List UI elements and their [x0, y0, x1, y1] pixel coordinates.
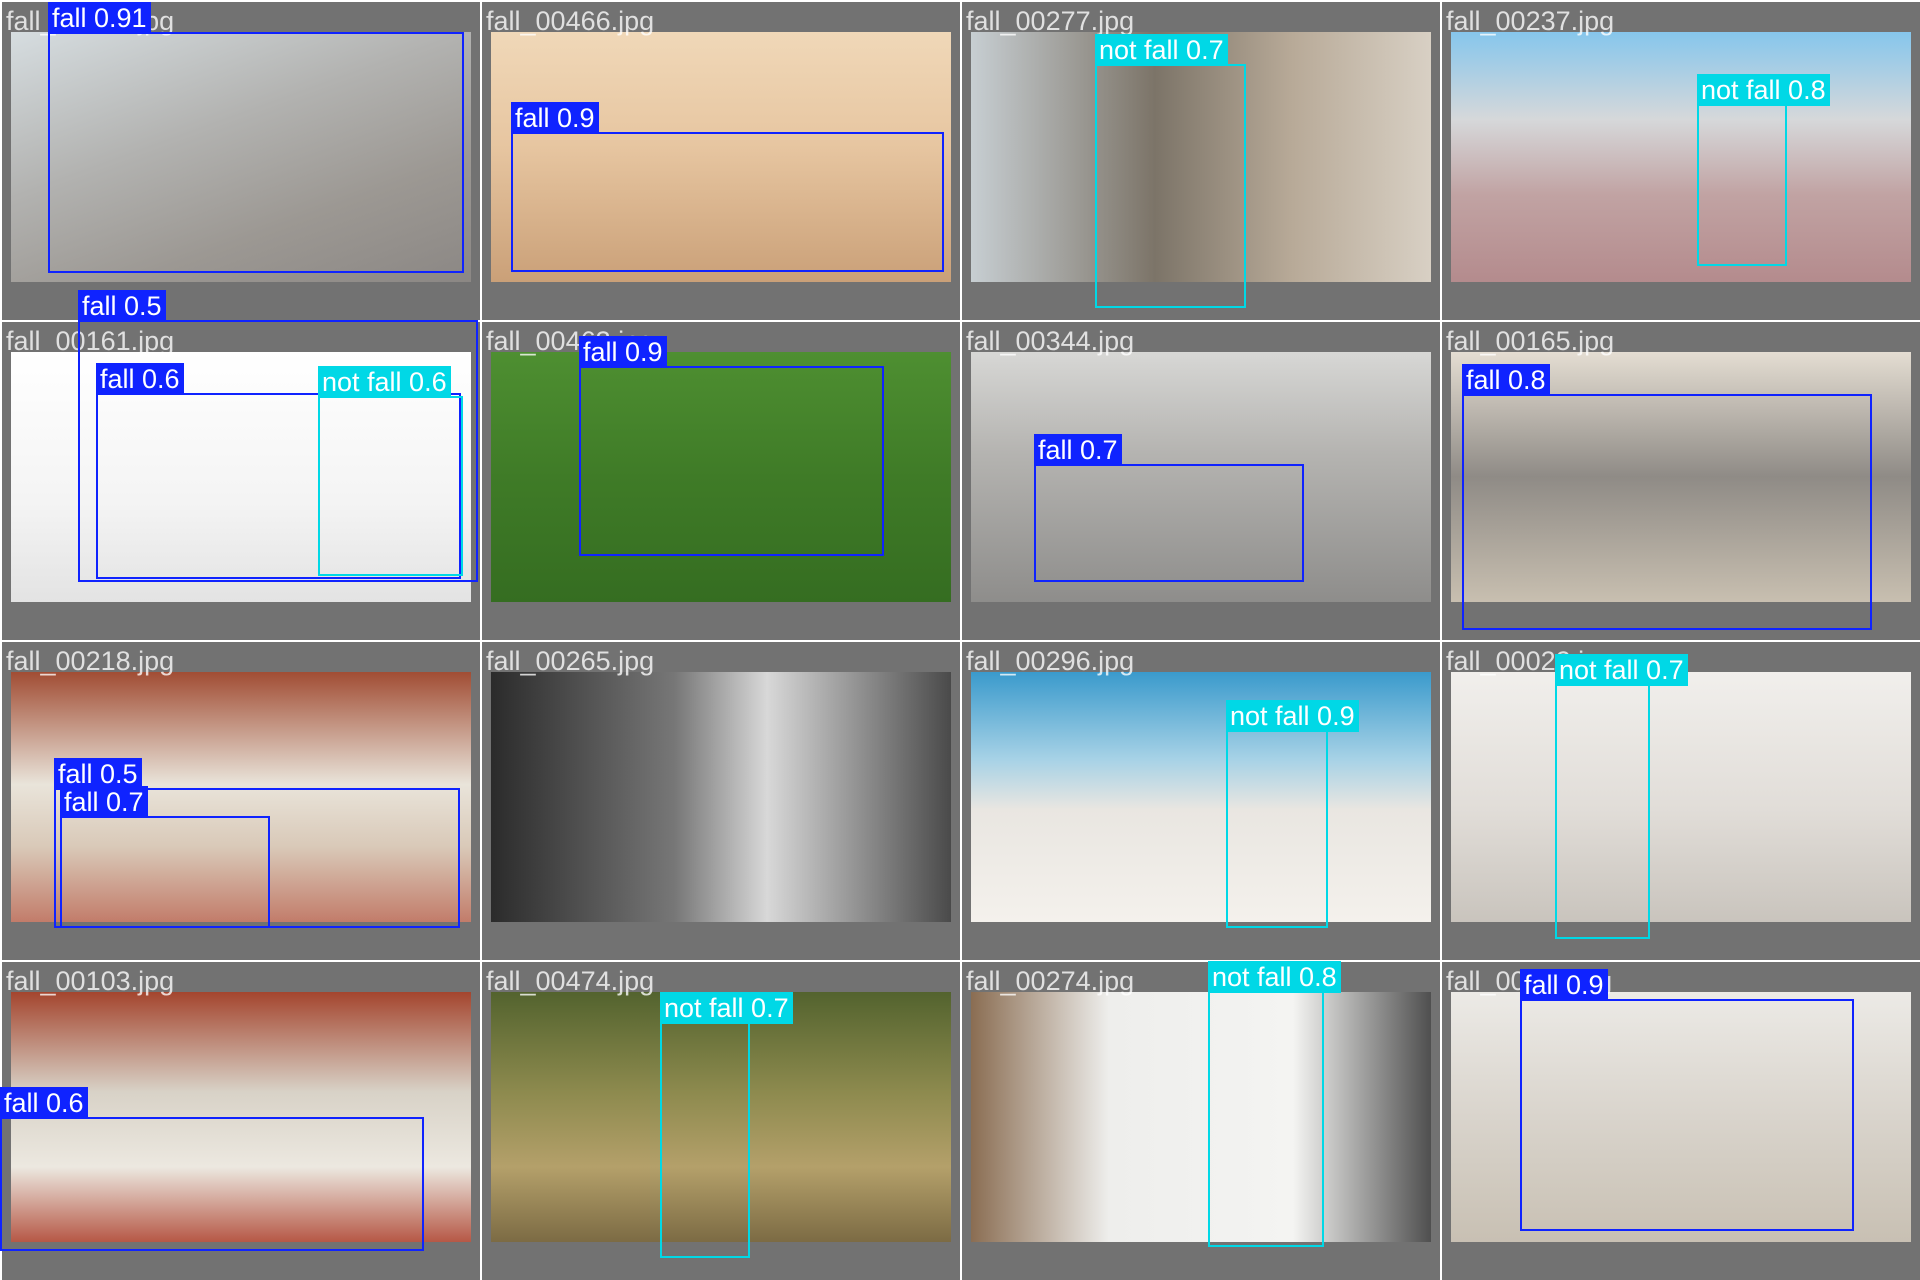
photo	[1451, 672, 1911, 922]
photo	[491, 32, 951, 282]
photo	[971, 352, 1431, 602]
tile: fall_00463.jpg fall 0.9	[482, 322, 960, 640]
tile: fall_00474.jpg not fall 0.7	[482, 962, 960, 1280]
tile: fall_00296.jpg not fall 0.9	[962, 642, 1440, 960]
tile: fall_00277.jpg not fall 0.7	[962, 2, 1440, 320]
tile: fall_00218.jpg fall 0.5 fall 0.7	[2, 642, 480, 960]
tile: fall_00466.jpg fall 0.9	[482, 2, 960, 320]
photo	[1451, 32, 1911, 282]
tile: fall_00091.jpg fall 0.91	[2, 2, 480, 320]
tile: fall_00022.jpg not fall 0.7	[1442, 642, 1920, 960]
photo	[491, 672, 951, 922]
tile: fall_00161.jpg fall 0.5 fall 0.6 not fal…	[2, 290, 480, 640]
photo	[491, 352, 951, 602]
tile: fall_00344.jpg fall 0.7	[962, 322, 1440, 640]
detection-mosaic: fall_00091.jpg fall 0.91 fall_00466.jpg …	[0, 0, 1920, 1280]
photo	[11, 992, 471, 1242]
photo	[11, 352, 471, 602]
photo	[971, 672, 1431, 922]
box-label: not fall 0.8	[1208, 961, 1341, 993]
tile: fall_00265.jpg	[482, 642, 960, 960]
photo	[971, 992, 1431, 1242]
photo	[1451, 352, 1911, 602]
tile: fall_00165.jpg fall 0.8	[1442, 322, 1920, 640]
tile: fall_00011.jpg fall 0.9	[1442, 962, 1920, 1280]
photo	[1451, 992, 1911, 1242]
photo	[491, 992, 951, 1242]
photo	[971, 32, 1431, 282]
photo	[11, 672, 471, 922]
tile: fall_00274.jpg not fall 0.8	[962, 961, 1440, 1280]
photo	[11, 32, 471, 282]
tile: fall_00103.jpg fall 0.6	[0, 962, 480, 1280]
box-label: fall 0.91	[48, 2, 151, 34]
tile: fall_00237.jpg not fall 0.8	[1442, 2, 1920, 320]
